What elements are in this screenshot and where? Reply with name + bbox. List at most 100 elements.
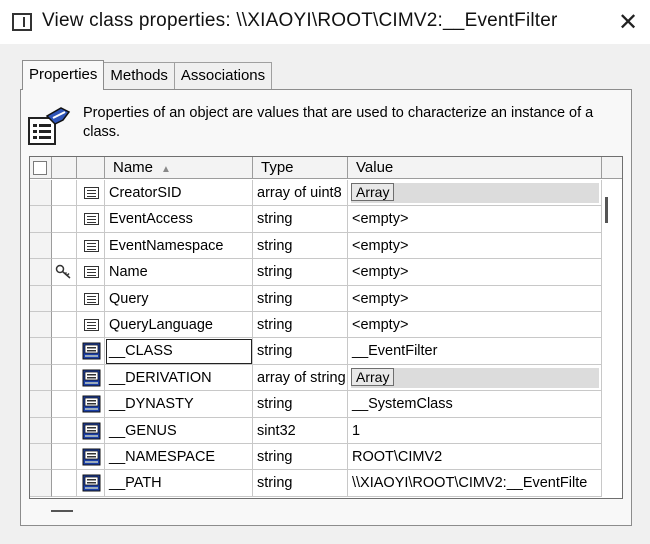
table-row[interactable]: Name string <empty> xyxy=(30,259,622,286)
table-row[interactable]: EventNamespace string <empty> xyxy=(30,232,622,260)
property-value[interactable]: <empty> xyxy=(348,206,602,233)
property-type: sint32 xyxy=(253,417,348,444)
select-all-box[interactable] xyxy=(33,161,47,175)
property-value[interactable]: <empty> xyxy=(348,259,602,286)
properties-grid[interactable]: Name ▲ Type Value CreatorSID array of uint… xyxy=(29,156,623,499)
key-cell xyxy=(52,417,77,444)
property-name[interactable]: __PATH xyxy=(105,470,253,497)
property-type: array of uint8 xyxy=(253,180,348,207)
key-cell xyxy=(52,312,77,339)
table-row[interactable]: __DYNASTY string __SystemClass xyxy=(30,391,622,418)
property-type: string xyxy=(253,470,348,497)
row-selector[interactable] xyxy=(30,338,52,365)
table-row[interactable]: Query string <empty> xyxy=(30,285,622,312)
property-name[interactable]: __GENUS xyxy=(105,417,253,444)
icon-cell xyxy=(77,364,105,392)
table-row[interactable]: CreatorSID array of uint8 Array xyxy=(30,180,622,207)
column-header-type[interactable]: Type xyxy=(253,157,348,179)
row-selector[interactable] xyxy=(30,312,52,339)
property-name[interactable]: EventNamespace xyxy=(105,232,253,260)
property-value[interactable]: __SystemClass xyxy=(348,391,602,418)
tab-methods[interactable]: Methods xyxy=(103,62,175,90)
property-name[interactable]: Query xyxy=(105,285,253,312)
property-value-cell[interactable]: Array xyxy=(348,364,602,392)
property-value[interactable]: __EventFilter xyxy=(348,338,602,365)
horizontal-scrollbar[interactable] xyxy=(51,510,73,512)
property-name[interactable]: __DERIVATION xyxy=(105,364,253,392)
row-selector[interactable] xyxy=(30,285,52,312)
table-row[interactable]: QueryLanguage string <empty> xyxy=(30,312,622,339)
key-cell xyxy=(52,206,77,233)
vertical-scrollbar[interactable] xyxy=(605,197,608,223)
property-value[interactable]: <empty> xyxy=(348,232,602,260)
tab-associations[interactable]: Associations xyxy=(173,62,273,90)
property-name[interactable]: __DYNASTY xyxy=(105,391,253,418)
tab-properties[interactable]: Properties xyxy=(22,60,105,91)
property-value-cell[interactable]: Array xyxy=(348,180,602,207)
property-value[interactable]: 1 xyxy=(348,417,602,444)
property-name[interactable]: EventAccess xyxy=(105,206,253,233)
property-value[interactable]: \\XIAOYI\ROOT\CIMV2:__EventFilte xyxy=(348,470,602,497)
table-row[interactable]: __NAMESPACE string ROOT\CIMV2 xyxy=(30,444,622,471)
property-name[interactable]: __CLASS xyxy=(105,338,253,365)
icon-cell xyxy=(77,259,105,286)
key-cell xyxy=(52,232,77,260)
system-property-icon xyxy=(82,474,101,492)
row-selector[interactable] xyxy=(30,391,52,418)
column-header-value[interactable]: Value xyxy=(348,157,602,179)
property-name[interactable]: Name xyxy=(105,259,253,286)
table-row[interactable]: __PATH string \\XIAOYI\ROOT\CIMV2:__EventF… xyxy=(30,470,622,497)
row-selector[interactable] xyxy=(30,259,52,286)
property-type: string xyxy=(253,259,348,286)
grid-header: Name ▲ Type Value xyxy=(30,157,622,179)
icon-cell xyxy=(77,180,105,207)
table-row[interactable]: __CLASS string __EventFilter xyxy=(30,338,622,365)
icon-cell xyxy=(77,338,105,365)
property-value[interactable]: <empty> xyxy=(348,312,602,339)
array-value-bar: Array xyxy=(351,183,599,203)
row-selector[interactable] xyxy=(30,470,52,497)
info-description: Properties of an object are values that … xyxy=(83,105,594,140)
row-selector[interactable] xyxy=(30,206,52,233)
property-value[interactable]: <empty> xyxy=(348,285,602,312)
sort-icon: ▲ xyxy=(161,164,171,175)
select-all-header[interactable] xyxy=(30,157,52,179)
property-name[interactable]: __NAMESPACE xyxy=(105,444,253,471)
row-selector[interactable] xyxy=(30,417,52,444)
property-name[interactable]: QueryLanguage xyxy=(105,312,253,339)
property-icon xyxy=(84,266,99,279)
property-icon xyxy=(84,319,99,331)
system-property-icon xyxy=(82,369,101,387)
column-name-label: Name xyxy=(113,159,154,176)
properties-info-icon xyxy=(28,107,71,145)
properties-panel: Properties of an object are values that … xyxy=(20,89,632,526)
icon-cell xyxy=(77,391,105,418)
property-value[interactable]: ROOT\CIMV2 xyxy=(348,444,602,471)
table-row[interactable]: __GENUS sint32 1 xyxy=(30,417,622,444)
property-name[interactable]: CreatorSID xyxy=(105,180,253,207)
row-selector[interactable] xyxy=(30,444,52,471)
array-button[interactable]: Array xyxy=(351,183,395,201)
table-row[interactable]: __DERIVATION array of string Array xyxy=(30,364,622,392)
icon-cell xyxy=(77,470,105,497)
icon-cell xyxy=(77,206,105,233)
system-property-icon xyxy=(82,422,101,440)
key-cell xyxy=(52,259,77,286)
property-type: string xyxy=(253,232,348,260)
column-header-name[interactable]: Name ▲ xyxy=(105,157,253,179)
tab-strip: Properties Methods Associations xyxy=(22,60,273,91)
key-cell xyxy=(52,338,77,365)
row-selector[interactable] xyxy=(30,180,52,207)
key-cell xyxy=(52,285,77,312)
array-button[interactable]: Array xyxy=(351,367,395,386)
system-property-icon xyxy=(82,448,101,466)
row-selector[interactable] xyxy=(30,232,52,260)
property-icon xyxy=(84,239,99,252)
table-row[interactable]: EventAccess string <empty> xyxy=(30,206,622,233)
close-button[interactable]: ✕ xyxy=(612,6,644,38)
title-bar: View class properties: \\XIAOYI\ROOT\CIM… xyxy=(0,0,650,44)
row-selector[interactable] xyxy=(30,364,52,392)
property-type: string xyxy=(253,312,348,339)
property-type: string xyxy=(253,444,348,471)
key-cell xyxy=(52,364,77,392)
